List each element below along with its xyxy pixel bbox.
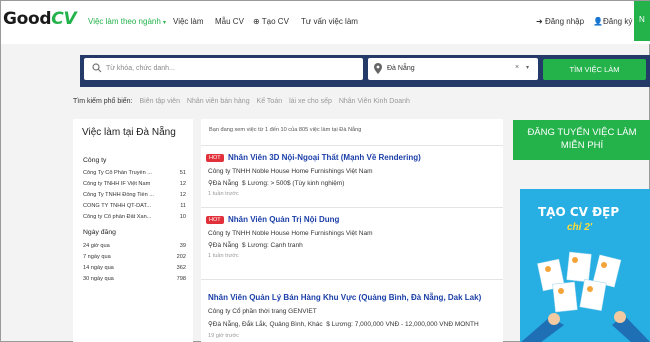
company-filter-item[interactable]: Công Ty Cổ Phần Truyền ... 51 xyxy=(83,170,186,176)
company-name[interactable]: Công ty TNHH Noble House Home Furnishing… xyxy=(208,230,373,237)
date-filter-heading: Ngày đăng xyxy=(83,229,116,236)
date-filter-item[interactable]: 30 ngày qua 798 xyxy=(83,276,186,282)
job-card: HOT Nhân Viên Quản Trị Nội Dung Công ty … xyxy=(201,207,503,265)
job-meta: ⚲Đà Nẵng $ Lương: > 500$ (Tùy kinh nghiệ… xyxy=(208,180,345,187)
dollar-icon: $ xyxy=(326,321,330,328)
popular-term[interactable]: Nhân viên bán hàng xyxy=(187,98,250,105)
location-select[interactable]: Đà Nẵng × ▾ xyxy=(368,58,538,80)
date-filter-item[interactable]: 14 ngày qua 362 xyxy=(83,265,186,271)
hot-badge: HOT xyxy=(206,216,224,224)
popular-searches: Tìm kiếm phổ biến: Biên tập viên Nhân vi… xyxy=(73,98,410,105)
goodcv-logo[interactable]: GoodCV xyxy=(3,9,77,29)
company-filter-item[interactable]: Công Ty TNHH Đồng Tiền ... 12 xyxy=(83,192,186,198)
company-filter-item[interactable]: Công ty Cổ phần Đất Xan... 10 xyxy=(83,214,186,220)
posted-time: 1 tuần trước xyxy=(208,191,239,197)
dollar-icon: $ xyxy=(242,242,246,249)
date-filter-item[interactable]: 7 ngày qua 202 xyxy=(83,254,186,260)
filter-sidebar: Việc làm tại Đà Nẵng Công ty Công Ty Cổ … xyxy=(73,119,193,342)
dollar-icon: $ xyxy=(242,180,246,187)
cv-illustration xyxy=(521,251,650,342)
popular-term[interactable]: lái xe cho sếp xyxy=(289,98,332,105)
nav-cv-templates[interactable]: Mẫu CV xyxy=(215,17,244,26)
popular-term[interactable]: Biên tập viên xyxy=(139,98,179,105)
nav-jobs[interactable]: Việc làm xyxy=(173,17,204,26)
job-meta: ⚲Đà Nẵng, Đắk Lắk, Quảng Bình, Khác $ Lư… xyxy=(208,321,479,328)
job-card: Nhân Viên Quản Lý Bán Hàng Khu Vực (Quản… xyxy=(201,279,503,342)
user-plus-icon: 👤 xyxy=(593,17,603,26)
date-filter-item[interactable]: 24 giờ qua 39 xyxy=(83,243,186,249)
job-title-link[interactable]: Nhân Viên Quản Lý Bán Hàng Khu Vực (Quản… xyxy=(208,293,481,302)
job-title-link[interactable]: Nhân Viên 3D Nội-Ngoại Thất (Mạnh Về Ren… xyxy=(228,153,421,162)
job-list: Bạn đang xem việc từ 1 đến 10 của 805 vi… xyxy=(201,119,503,342)
company-name[interactable]: Công ty TNHH Noble House Home Furnishing… xyxy=(208,168,373,175)
popular-term[interactable]: Kế Toán xyxy=(257,98,283,105)
posted-time: 19 giờ trước xyxy=(208,333,239,339)
company-name[interactable]: Công ty Cổ phần thời trang GENVIET xyxy=(208,308,317,315)
nav-jobs-by-industry[interactable]: Việc làm theo ngành ▾ xyxy=(88,17,166,26)
create-cv-banner[interactable]: TẠO CV ĐẸP chỉ 2' xyxy=(520,189,650,342)
nav-cv-advice[interactable]: Tư vấn việc làm xyxy=(301,17,358,26)
company-filter-heading: Công ty xyxy=(83,157,107,164)
job-card: HOT Nhân Viên 3D Nội-Ngoại Thất (Mạnh Về… xyxy=(201,145,503,203)
post-job-free-button[interactable]: ĐĂNG TUYỂN VIỆC LÀM MIỄN PHÍ xyxy=(513,120,650,160)
chevron-down-icon[interactable]: ▾ xyxy=(526,64,529,71)
company-filter-item[interactable]: Công ty TNHH IF Việt Nam 12 xyxy=(83,181,186,187)
nav-register[interactable]: 👤Đăng ký xyxy=(593,17,632,26)
clear-location-icon[interactable]: × xyxy=(515,64,519,71)
popular-term[interactable]: Nhân Viên Kinh Doanh xyxy=(339,98,410,105)
map-pin-icon xyxy=(374,63,382,76)
plus-circle-icon: ⊕ xyxy=(253,17,260,26)
results-summary: Bạn đang xem việc từ 1 đến 10 của 805 vi… xyxy=(209,127,362,133)
top-navbar: GoodCV Việc làm theo ngành ▾ Việc làm Mẫ… xyxy=(1,1,650,44)
caret-down-icon: ▾ xyxy=(163,20,167,26)
posted-time: 1 tuần trước xyxy=(208,253,239,259)
job-title-link[interactable]: Nhân Viên Quản Trị Nội Dung xyxy=(228,215,339,224)
employer-button[interactable]: N xyxy=(634,1,650,41)
login-icon: ➜ xyxy=(536,17,543,26)
keyword-search-input[interactable]: Từ khóa, chức danh... xyxy=(84,58,363,80)
search-jobs-button[interactable]: TÌM VIỆC LÀM xyxy=(543,59,646,80)
search-icon xyxy=(92,63,102,73)
sidebar-title: Việc làm tại Đà Nẵng xyxy=(82,127,176,138)
company-filter-item[interactable]: CÔNG TY TNHH QT-DAT... 11 xyxy=(83,203,186,209)
hot-badge: HOT xyxy=(206,154,224,162)
nav-login[interactable]: ➜ Đăng nhập xyxy=(536,17,584,26)
job-meta: ⚲Đà Nẵng $ Lương: Cạnh tranh xyxy=(208,242,303,249)
nav-create-cv[interactable]: ⊕ Tạo CV xyxy=(253,17,289,26)
